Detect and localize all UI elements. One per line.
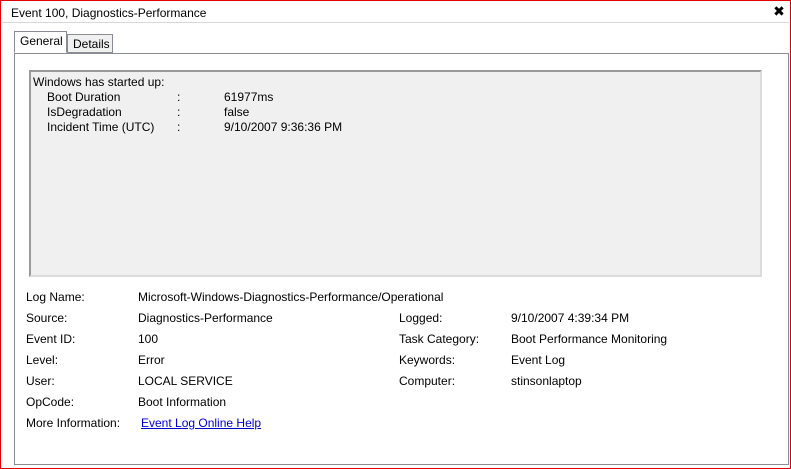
- description-key: Incident Time (UTC): [47, 120, 155, 134]
- computer-label: Computer:: [399, 374, 456, 388]
- tab-details[interactable]: Details: [67, 34, 113, 53]
- task-category-label: Task Category:: [399, 332, 480, 346]
- description-separator: :: [177, 90, 181, 104]
- log-name-label: Log Name:: [26, 290, 85, 304]
- tab-general[interactable]: General: [14, 31, 67, 53]
- description-value: 9/10/2007 9:36:36 PM: [224, 120, 343, 134]
- description-separator: :: [177, 120, 181, 134]
- user-label: User:: [26, 374, 55, 388]
- event-log-online-help-link[interactable]: Event Log Online Help: [141, 416, 261, 430]
- description-value: 61977ms: [224, 90, 274, 104]
- more-information-label: More Information:: [26, 416, 121, 430]
- computer-value: stinsonlaptop: [511, 374, 582, 388]
- window-title: Event 100, Diagnostics-Performance: [11, 6, 207, 20]
- event-id-label: Event ID:: [26, 332, 76, 346]
- logged-label: Logged:: [399, 311, 443, 325]
- description-value: false: [224, 105, 250, 119]
- event-id-value: 100: [138, 332, 159, 346]
- description-separator: :: [177, 105, 181, 119]
- description-key: IsDegradation: [47, 105, 122, 119]
- opcode-value: Boot Information: [138, 395, 227, 409]
- level-label: Level:: [26, 353, 59, 367]
- logged-value: 9/10/2007 4:39:34 PM: [511, 311, 630, 325]
- task-category-value: Boot Performance Monitoring: [511, 332, 668, 346]
- event-description-box[interactable]: Windows has started up: Boot Duration : …: [29, 70, 762, 277]
- source-label: Source:: [26, 311, 68, 325]
- title-bar: Event 100, Diagnostics-Performance ✖: [2, 2, 789, 23]
- log-name-value: Microsoft-Windows-Diagnostics-Performanc…: [138, 290, 444, 304]
- source-value: Diagnostics-Performance: [138, 311, 273, 325]
- keywords-label: Keywords:: [399, 353, 456, 367]
- keywords-value: Event Log: [511, 353, 566, 367]
- close-icon[interactable]: ✖: [772, 4, 786, 18]
- level-value: Error: [138, 353, 165, 367]
- event-properties-window: Event 100, Diagnostics-Performance ✖ Gen…: [0, 0, 791, 469]
- opcode-label: OpCode:: [26, 395, 75, 409]
- general-panel: Windows has started up: Boot Duration : …: [14, 53, 789, 465]
- description-header: Windows has started up:: [33, 75, 165, 89]
- description-key: Boot Duration: [47, 90, 121, 104]
- user-value: LOCAL SERVICE: [138, 374, 233, 388]
